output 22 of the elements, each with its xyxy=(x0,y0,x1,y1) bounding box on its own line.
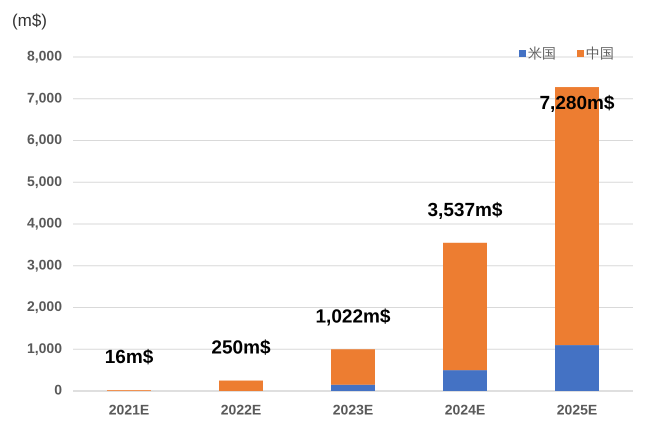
axis-unit-label: (m$) xyxy=(12,11,47,30)
y-tick-label: 4,000 xyxy=(26,214,62,231)
data-label: 250m$ xyxy=(211,338,271,359)
data-label: 16m$ xyxy=(104,347,154,368)
y-tick-label: 6,000 xyxy=(26,131,62,148)
x-tick-label: 2025E xyxy=(556,402,598,418)
legend-label: 中国 xyxy=(586,46,614,62)
x-tick-label: 2021E xyxy=(108,402,150,418)
y-tick-label: 5,000 xyxy=(26,172,62,189)
x-tick-label: 2023E xyxy=(332,402,374,418)
y-tick-label: 2,000 xyxy=(26,298,62,314)
legend-label: 米国 xyxy=(528,46,556,62)
y-tick-label: 3,000 xyxy=(26,256,62,272)
y-tick-label: 1,000 xyxy=(26,340,62,356)
data-label: 3,537m$ xyxy=(428,200,502,221)
x-tick-label: 2022E xyxy=(220,402,262,418)
data-label: 1,022m$ xyxy=(316,306,390,328)
x-tick-label: 2024E xyxy=(444,402,486,418)
y-tick-label: 7,000 xyxy=(26,89,62,106)
y-tick-label: 0 xyxy=(54,382,62,398)
bar xyxy=(219,380,263,391)
y-tick-label: 8,000 xyxy=(26,48,62,64)
